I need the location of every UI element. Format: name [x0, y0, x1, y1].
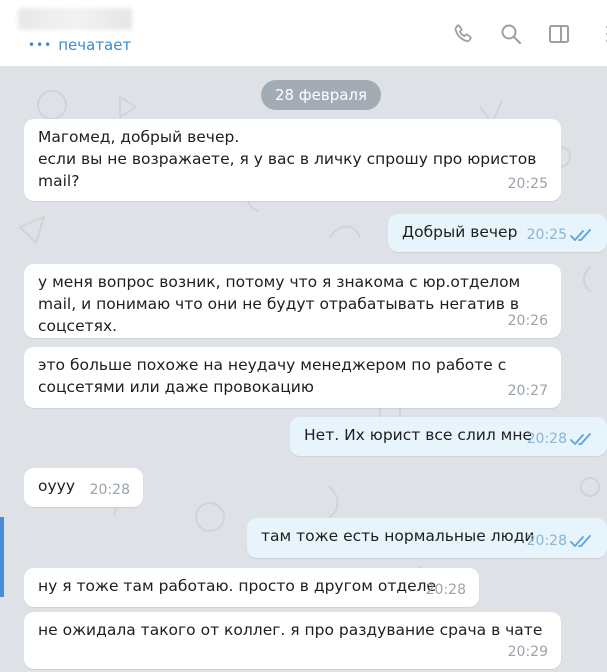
left-edge-indicator: [0, 517, 4, 597]
message-text: Магомед, добрый вечер. если вы не возраж…: [38, 128, 537, 190]
message-text: ну я тоже там работаю. просто в другом о…: [38, 577, 437, 595]
message-time: 20:28: [526, 431, 567, 447]
message-text: у меня вопрос возник, потому что я знако…: [38, 273, 521, 335]
outgoing-message[interactable]: Нет. Их юрист все слил мне 20:28: [290, 417, 607, 456]
sidebar-toggle-icon[interactable]: [547, 22, 571, 46]
outgoing-message[interactable]: Добрый вечер 20:25: [388, 214, 607, 252]
outgoing-message[interactable]: там тоже есть нормальные люди 20:28: [247, 518, 607, 558]
typing-dots-icon: •••: [28, 38, 53, 52]
chat-header: ••• печатает: [0, 0, 607, 67]
typing-indicator: ••• печатает: [28, 36, 131, 54]
message-time: 20:28: [526, 533, 567, 549]
double-check-read-icon: [570, 534, 591, 547]
incoming-message[interactable]: у меня вопрос возник, потому что я знако…: [24, 264, 561, 338]
incoming-message[interactable]: это больше похоже на неудачу менеджером …: [24, 347, 561, 408]
incoming-message[interactable]: ну я тоже там работаю. просто в другом о…: [24, 568, 479, 607]
more-icon[interactable]: [596, 22, 607, 46]
message-time: 20:28: [425, 582, 466, 598]
double-check-read-icon: [570, 432, 591, 445]
message-time: 20:28: [89, 482, 130, 498]
double-check-read-icon: [570, 228, 591, 241]
incoming-message[interactable]: оууу 20:28: [24, 468, 143, 507]
incoming-message[interactable]: не ожидала такого от коллег. я про разду…: [24, 612, 561, 669]
message-time: 20:25: [507, 176, 548, 192]
message-time: 20:27: [507, 383, 548, 399]
typing-status-text: печатает: [58, 36, 132, 54]
message-list[interactable]: 28 февраля Магомед, добрый вечер. если в…: [0, 67, 607, 672]
contact-name-redacted[interactable]: [18, 8, 132, 30]
phone-icon[interactable]: [451, 22, 475, 46]
message-time: 20:29: [507, 644, 548, 660]
message-time: 20:25: [526, 227, 567, 243]
date-separator: 28 февраля: [261, 80, 381, 110]
message-time: 20:26: [507, 313, 548, 329]
message-text: это больше похоже на неудачу менеджером …: [38, 356, 507, 396]
incoming-message[interactable]: Магомед, добрый вечер. если вы не возраж…: [24, 119, 561, 201]
search-icon[interactable]: [499, 22, 523, 46]
message-text: не ожидала такого от коллег. я про разду…: [38, 621, 543, 639]
